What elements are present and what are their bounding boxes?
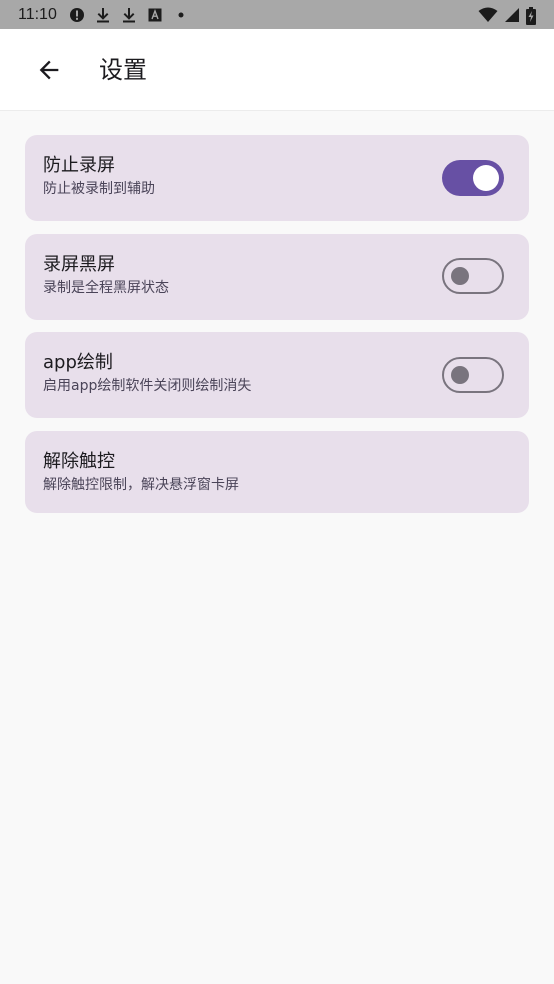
setting-subtitle: 启用app绘制软件关闭则绘制消失 xyxy=(43,378,252,394)
setting-card-screen-record-protect[interactable]: 防止录屏 防止被录制到辅助 xyxy=(25,135,529,221)
app-bar: 设置 xyxy=(0,29,554,111)
dot-icon xyxy=(173,7,189,23)
download-icon xyxy=(95,7,111,23)
signal-icon xyxy=(504,7,520,23)
setting-subtitle: 录制是全程黑屏状态 xyxy=(43,280,169,296)
toggle-switch[interactable] xyxy=(442,357,504,393)
setting-card-release-touch[interactable]: 解除触控 解除触控限制，解决悬浮窗卡屏 xyxy=(25,431,529,513)
setting-subtitle: 防止被录制到辅助 xyxy=(43,181,155,197)
setting-title: app绘制 xyxy=(43,352,113,373)
wifi-icon xyxy=(478,7,498,23)
switch-thumb xyxy=(451,365,469,384)
status-notification-icons xyxy=(69,7,189,23)
setting-card-app-draw[interactable]: app绘制 启用app绘制软件关闭则绘制消失 xyxy=(25,332,529,418)
status-system-icons xyxy=(478,6,536,25)
setting-title: 录屏黑屏 xyxy=(43,254,115,275)
setting-title: 解除触控 xyxy=(43,451,115,472)
page-title: 设置 xyxy=(99,56,147,84)
download-icon xyxy=(121,7,137,23)
setting-subtitle: 解除触控限制，解决悬浮窗卡屏 xyxy=(43,477,239,493)
status-time: 11:10 xyxy=(18,5,57,23)
back-button[interactable] xyxy=(28,49,70,91)
a-box-icon xyxy=(147,7,163,23)
toggle-switch[interactable] xyxy=(442,160,504,196)
battery-icon xyxy=(526,6,536,25)
arrow-left-icon xyxy=(39,60,59,80)
switch-thumb xyxy=(451,266,469,285)
status-bar: 11:10 xyxy=(0,0,554,29)
setting-card-record-black-screen[interactable]: 录屏黑屏 录制是全程黑屏状态 xyxy=(25,234,529,320)
setting-title: 防止录屏 xyxy=(43,155,115,176)
alert-icon xyxy=(69,7,85,23)
switch-thumb xyxy=(473,165,499,191)
toggle-switch[interactable] xyxy=(442,258,504,294)
